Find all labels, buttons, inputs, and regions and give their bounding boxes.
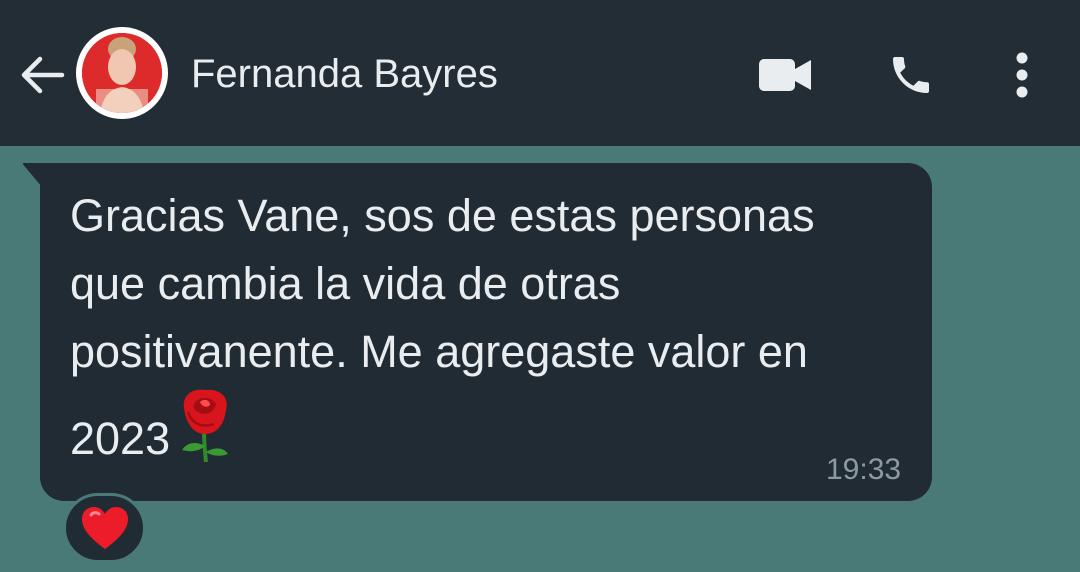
message-time: 19:33 — [826, 453, 902, 486]
back-button[interactable] — [18, 50, 68, 100]
arrow-left-icon — [21, 56, 65, 94]
video-call-button[interactable] — [752, 48, 818, 102]
reaction-badge[interactable] — [63, 493, 146, 563]
avatar[interactable] — [76, 27, 168, 119]
video-camera-icon — [759, 59, 811, 91]
bubble-tail — [22, 163, 42, 187]
avatar-photo — [82, 33, 162, 113]
red-heart-icon — [81, 507, 128, 549]
chat-header: Fernanda Bayres — [0, 0, 1080, 146]
voice-call-button[interactable] — [880, 44, 942, 106]
contact-name[interactable]: Fernanda Bayres — [191, 49, 498, 99]
message-content: Gracias Vane, sos de estas personas que … — [70, 182, 870, 483]
more-vertical-icon — [1016, 52, 1028, 98]
phone-icon — [893, 57, 929, 93]
more-options-button[interactable] — [996, 44, 1048, 106]
rose-emoji-icon — [174, 386, 236, 483]
